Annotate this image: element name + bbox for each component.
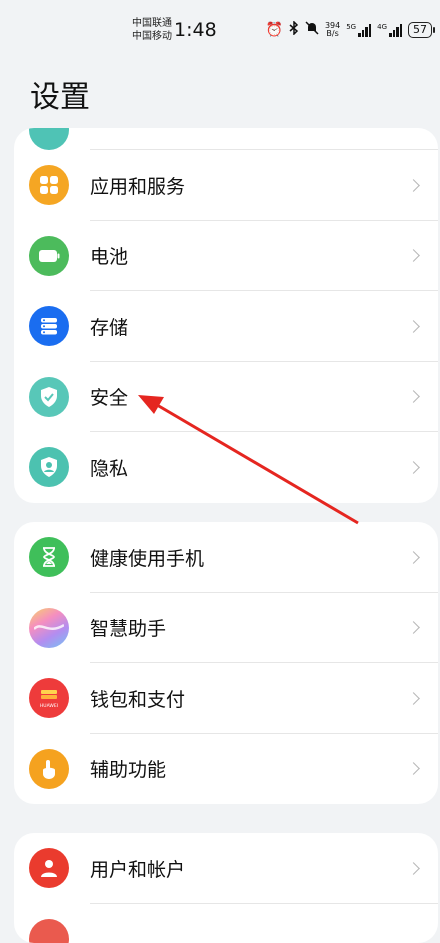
signal-2-icon: 4G <box>377 23 402 37</box>
settings-item-label: 存储 <box>90 313 128 340</box>
wallet-icon: HUAWEI <box>29 678 69 718</box>
settings-item-label: 钱包和支付 <box>90 685 185 712</box>
apps-grid-icon <box>29 165 69 205</box>
chevron-right-icon <box>407 390 420 403</box>
settings-item-storage[interactable]: 存储 <box>14 291 438 362</box>
battery-indicator: 57 <box>408 22 432 38</box>
signal-1-icon: 5G <box>346 23 371 37</box>
chevron-right-icon <box>407 551 420 564</box>
settings-item-wallet[interactable]: HUAWEI 钱包和支付 <box>14 663 438 734</box>
partial-icon <box>29 919 69 943</box>
alarm-icon: ⏰ <box>266 22 283 38</box>
settings-group-3: 用户和帐户 <box>14 833 438 943</box>
status-bar: 中国联通 中国移动 1:48 ⏰ 394 B/s 5G 4G 57 <box>0 0 440 62</box>
network-speed: 394 B/s <box>325 22 340 38</box>
carrier-2: 中国移动 <box>132 30 172 43</box>
partial-icon <box>29 128 69 150</box>
settings-item-users-accounts[interactable]: 用户和帐户 <box>14 833 438 904</box>
partial-row-next <box>14 904 438 943</box>
settings-item-battery[interactable]: 电池 <box>14 221 438 292</box>
settings-group-2: 健康使用手机 智慧助手 HUAWEI 钱包和支付 辅助功能 <box>14 522 438 804</box>
shield-check-icon <box>29 377 69 417</box>
hourglass-icon <box>29 537 69 577</box>
storage-icon <box>29 306 69 346</box>
settings-item-security[interactable]: 安全 <box>14 362 438 433</box>
clock: 1:48 <box>174 19 217 41</box>
settings-item-digital-balance[interactable]: 健康使用手机 <box>14 522 438 593</box>
status-icons: ⏰ 394 B/s 5G 4G 57 <box>266 21 433 39</box>
chevron-right-icon <box>407 320 420 333</box>
settings-item-label: 辅助功能 <box>90 755 166 782</box>
battery-icon <box>29 236 69 276</box>
settings-group-1: 应用和服务 电池 存储 安全 隐私 <box>14 128 438 503</box>
assistant-icon <box>29 608 69 648</box>
settings-item-label: 用户和帐户 <box>90 855 185 882</box>
settings-item-accessibility[interactable]: 辅助功能 <box>14 734 438 805</box>
settings-item-label: 健康使用手机 <box>90 544 204 571</box>
carrier-info: 中国联通 中国移动 <box>132 17 172 43</box>
user-icon <box>29 848 69 888</box>
settings-item-label: 应用和服务 <box>90 172 185 199</box>
chevron-right-icon <box>407 461 420 474</box>
chevron-right-icon <box>407 621 420 634</box>
chevron-right-icon <box>407 692 420 705</box>
chevron-right-icon <box>407 862 420 875</box>
chevron-right-icon <box>407 249 420 262</box>
wallet-icon-text: HUAWEI <box>40 703 58 709</box>
chevron-right-icon <box>407 179 420 192</box>
bluetooth-icon <box>289 21 299 39</box>
page-title: 设置 <box>30 72 90 116</box>
settings-item-label: 电池 <box>90 242 128 269</box>
partial-row <box>14 128 438 150</box>
settings-item-label: 智慧助手 <box>90 614 166 641</box>
settings-item-privacy[interactable]: 隐私 <box>14 432 438 503</box>
carrier-1: 中国联通 <box>132 17 172 30</box>
mute-bell-icon <box>305 21 319 39</box>
settings-item-label: 安全 <box>90 383 128 410</box>
settings-item-label: 隐私 <box>90 454 128 481</box>
accessibility-hand-icon <box>29 749 69 789</box>
chevron-right-icon <box>407 762 420 775</box>
privacy-shield-icon <box>29 447 69 487</box>
settings-item-apps-services[interactable]: 应用和服务 <box>14 150 438 221</box>
settings-item-smart-assistant[interactable]: 智慧助手 <box>14 593 438 664</box>
